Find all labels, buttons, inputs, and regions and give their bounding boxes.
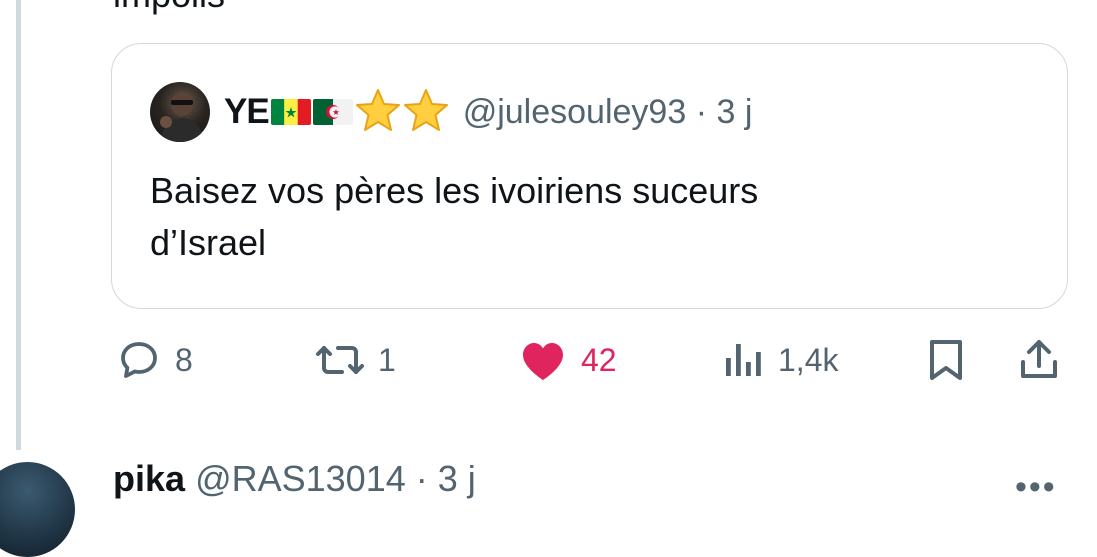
bookmark-button[interactable] <box>924 330 968 390</box>
repost-icon <box>316 346 364 374</box>
post-actions-bar: 8 1 42 1,4k <box>0 330 1097 390</box>
star-icon <box>355 88 401 137</box>
avatar[interactable] <box>150 82 210 142</box>
next-post-avatar[interactable] <box>0 462 75 557</box>
reply-button[interactable]: 8 <box>115 330 193 390</box>
views-count: 1,4k <box>778 341 839 378</box>
next-post-header: pika @RAS13014 · 3 j <box>113 458 476 500</box>
quoted-post-card[interactable]: YE @julesouley93 · 3 j Baisez vos pères … <box>111 43 1068 309</box>
quoted-post-text: Baisez vos pères les ivoiriens suceurs d… <box>150 170 759 263</box>
views-chart-icon <box>726 344 761 376</box>
reply-icon <box>121 342 157 378</box>
bookmark-icon <box>930 340 962 380</box>
heart-icon <box>523 343 563 380</box>
algeria-flag-icon <box>312 99 353 125</box>
repost-button[interactable]: 1 <box>314 330 396 390</box>
quoted-author-handle-and-time[interactable]: @julesouley93 · 3 j <box>463 93 753 132</box>
like-count: 42 <box>581 341 617 378</box>
repost-count: 1 <box>378 341 396 378</box>
share-button[interactable] <box>1017 330 1061 390</box>
next-post-handle-and-time[interactable]: @RAS13014 · 3 j <box>195 458 476 499</box>
next-post-author-name[interactable]: pika <box>113 458 185 499</box>
quoted-post-header: YE @julesouley93 · 3 j <box>150 82 752 142</box>
more-options-icon[interactable]: ••• <box>1015 468 1057 507</box>
quoted-author-name[interactable]: YE <box>224 92 270 132</box>
reply-count: 8 <box>175 341 193 378</box>
previous-post-text: impolis <box>113 0 225 16</box>
like-button[interactable]: 42 <box>517 330 617 390</box>
views-button[interactable]: 1,4k <box>722 330 838 390</box>
share-icon <box>1021 340 1057 378</box>
senegal-flag-icon <box>270 99 311 125</box>
star-icon <box>403 88 449 137</box>
